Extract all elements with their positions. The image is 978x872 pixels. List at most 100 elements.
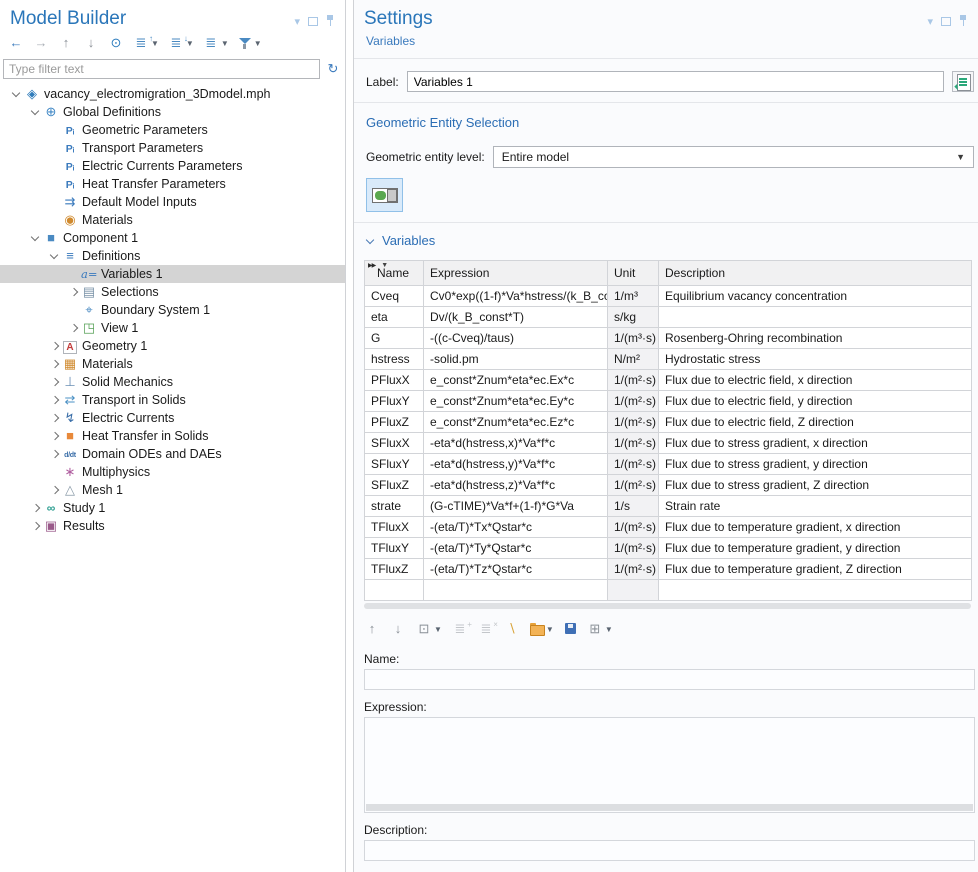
- label-input[interactable]: [407, 71, 944, 92]
- tree-chevron-icon[interactable]: [67, 286, 81, 298]
- cell-unit[interactable]: 1/(m²·s): [608, 538, 659, 559]
- cell-expression[interactable]: -(eta/T)*Ty*Qstar*c: [424, 538, 608, 559]
- cell-description[interactable]: Rosenberg-Ohring recombination: [659, 328, 972, 349]
- cell-description[interactable]: [659, 580, 972, 601]
- tree-item-geometry-1[interactable]: AGeometry 1: [0, 337, 345, 355]
- expand-all-button[interactable]: ≣↑▼: [133, 36, 159, 50]
- collapse-all-button[interactable]: ≣↓▼: [168, 36, 194, 50]
- move-row-down-button[interactable]: ↓: [390, 622, 406, 636]
- cell-description[interactable]: Equilibrium vacancy concentration: [659, 286, 972, 307]
- cell-expression[interactable]: e_const*Znum*eta*ec.Ex*c: [424, 370, 608, 391]
- geometric-entity-level-select[interactable]: Entire model ▼: [493, 146, 974, 168]
- cell-expression[interactable]: e_const*Znum*eta*ec.Ey*c: [424, 391, 608, 412]
- cell-expression[interactable]: -((c-Cveq)/taus): [424, 328, 608, 349]
- cell-expression[interactable]: -eta*d(hstress,y)*Va*f*c: [424, 454, 608, 475]
- filter-button[interactable]: ▼: [238, 37, 262, 50]
- column-header-expression[interactable]: Expression: [424, 261, 608, 286]
- tree-item-domain-odes-and-daes[interactable]: d/dtDomain ODEs and DAEs: [0, 445, 345, 463]
- cell-name[interactable]: TFluxZ: [365, 559, 424, 580]
- cell-expression[interactable]: -eta*d(hstress,x)*Va*f*c: [424, 433, 608, 454]
- cell-description[interactable]: Flux due to temperature gradient, Z dire…: [659, 559, 972, 580]
- tree-chevron-icon[interactable]: [48, 430, 62, 442]
- cell-unit[interactable]: N/m²: [608, 349, 659, 370]
- cell-unit[interactable]: 1/m³: [608, 286, 659, 307]
- move-row-up-button[interactable]: ↑: [364, 622, 380, 636]
- forward-button[interactable]: →: [33, 36, 49, 50]
- tree-chevron-icon[interactable]: [10, 88, 24, 100]
- cell-description[interactable]: Flux due to stress gradient, Z direction: [659, 475, 972, 496]
- back-button[interactable]: ←: [8, 36, 24, 50]
- cell-name[interactable]: SFluxY: [365, 454, 424, 475]
- cell-expression[interactable]: e_const*Znum*eta*ec.Ez*c: [424, 412, 608, 433]
- cell-name[interactable]: hstress: [365, 349, 424, 370]
- cell-unit[interactable]: 1/(m²·s): [608, 370, 659, 391]
- cell-name[interactable]: PFluxX: [365, 370, 424, 391]
- cell-name[interactable]: G: [365, 328, 424, 349]
- cell-expression[interactable]: -(eta/T)*Tx*Qstar*c: [424, 517, 608, 538]
- tree-item-vacancy-electromigration-3dmodel-mph[interactable]: ◈vacancy_electromigration_3Dmodel.mph: [0, 85, 345, 103]
- tree-item-materials[interactable]: ▦Materials: [0, 355, 345, 373]
- cell-unit[interactable]: 1/(m²·s): [608, 454, 659, 475]
- cell-description[interactable]: Hydrostatic stress: [659, 349, 972, 370]
- show-button[interactable]: ⊙: [108, 36, 124, 50]
- cell-description[interactable]: Flux due to electric field, Z direction: [659, 412, 972, 433]
- tree-item-boundary-system-1[interactable]: ⌖Boundary System 1: [0, 301, 345, 319]
- cell-name[interactable]: TFluxX: [365, 517, 424, 538]
- tree-item-global-definitions[interactable]: ⊕Global Definitions: [0, 103, 345, 121]
- tree-chevron-icon[interactable]: [48, 448, 62, 460]
- cell-expression[interactable]: Dv/(k_B_const*T): [424, 307, 608, 328]
- tree-item-default-model-inputs[interactable]: ⇉Default Model Inputs: [0, 193, 345, 211]
- cell-name[interactable]: [365, 580, 424, 601]
- tree-chevron-icon[interactable]: [29, 520, 43, 532]
- cell-unit[interactable]: 1/(m²·s): [608, 475, 659, 496]
- cell-description[interactable]: Strain rate: [659, 496, 972, 517]
- tree-item-variables-1[interactable]: a=Variables 1: [0, 265, 345, 283]
- table-settings-button[interactable]: ⊞▼: [587, 622, 613, 636]
- cell-name[interactable]: PFluxY: [365, 391, 424, 412]
- tree-chevron-icon[interactable]: [29, 502, 43, 514]
- tree-item-multiphysics[interactable]: ∗Multiphysics: [0, 463, 345, 481]
- active-toggle-button[interactable]: [366, 178, 403, 212]
- cell-description[interactable]: Flux due to stress gradient, y direction: [659, 454, 972, 475]
- cell-name[interactable]: SFluxZ: [365, 475, 424, 496]
- cell-description[interactable]: Flux due to electric field, x direction: [659, 370, 972, 391]
- tree-item-transport-in-solids[interactable]: ⇄Transport in Solids: [0, 391, 345, 409]
- tree-chevron-icon[interactable]: [48, 484, 62, 496]
- tree-item-heat-transfer-in-solids[interactable]: ■Heat Transfer in Solids: [0, 427, 345, 445]
- tree-chevron-icon[interactable]: [48, 250, 62, 262]
- tree-item-definitions[interactable]: ≡Definitions: [0, 247, 345, 265]
- model-tree-node-settings-button[interactable]: ≣▼: [203, 36, 229, 50]
- tree-chevron-icon[interactable]: [29, 106, 43, 118]
- tree-item-selections[interactable]: ▤Selections: [0, 283, 345, 301]
- tree-item-electric-currents[interactable]: ↯Electric Currents: [0, 409, 345, 427]
- move-down-button[interactable]: ↓: [83, 36, 99, 50]
- column-header-description[interactable]: Description: [659, 261, 972, 286]
- load-from-file-button[interactable]: ▼: [530, 624, 554, 635]
- move-up-button[interactable]: ↑: [58, 36, 74, 50]
- cell-description[interactable]: [659, 307, 972, 328]
- cell-unit[interactable]: [608, 580, 659, 601]
- variables-section-header[interactable]: Variables: [366, 233, 966, 248]
- filter-input[interactable]: [3, 59, 320, 79]
- description-input[interactable]: [364, 840, 975, 861]
- tree-item-study-1[interactable]: ∞Study 1: [0, 499, 345, 517]
- tree-item-geometric-parameters[interactable]: PᵢGeometric Parameters: [0, 121, 345, 139]
- cell-expression[interactable]: -eta*d(hstress,z)*Va*f*c: [424, 475, 608, 496]
- cell-unit[interactable]: 1/(m²·s): [608, 412, 659, 433]
- tree-item-transport-parameters[interactable]: PᵢTransport Parameters: [0, 139, 345, 157]
- cell-unit[interactable]: 1/s: [608, 496, 659, 517]
- cell-description[interactable]: Flux due to temperature gradient, x dire…: [659, 517, 972, 538]
- refresh-icon[interactable]: ↻: [325, 62, 341, 76]
- sort-columns-icon[interactable]: ▶▶▼: [368, 262, 388, 269]
- tree-chevron-icon[interactable]: [48, 412, 62, 424]
- tree-item-materials[interactable]: ◉Materials: [0, 211, 345, 229]
- cell-unit[interactable]: 1/(m²·s): [608, 391, 659, 412]
- add-row-button[interactable]: ≣+: [452, 622, 468, 636]
- delete-row-button[interactable]: ≣×: [478, 622, 494, 636]
- cell-unit[interactable]: 1/(m²·s): [608, 517, 659, 538]
- cell-expression[interactable]: (G-cTIME)*Va*f+(1-f)*G*Va: [424, 496, 608, 517]
- expression-input[interactable]: [364, 717, 975, 813]
- column-header-name[interactable]: ▶▶▼Name: [365, 261, 424, 286]
- panel-pin-icon[interactable]: [326, 15, 335, 27]
- cell-name[interactable]: strate: [365, 496, 424, 517]
